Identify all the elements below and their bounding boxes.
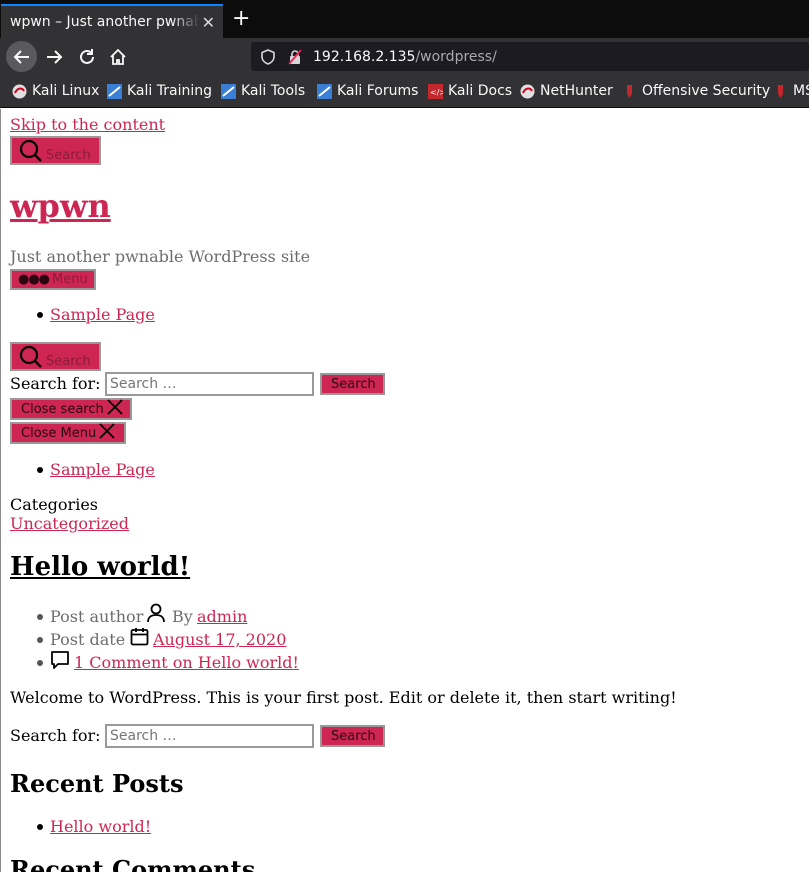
post-author-label: Post author [50,607,144,626]
nav-item-sample-page[interactable]: Sample Page [50,305,155,324]
search-submit-label: Search [331,728,376,744]
site-title: wpwn [10,187,111,225]
search-toggle-button[interactable]: Search [10,136,101,165]
url-path: /wordpress/ [415,48,497,65]
kali-docs-icon: </> [428,83,446,99]
search-toggle-label: Search [46,354,91,369]
close-menu-label: Close Menu [21,425,97,441]
search-toggle-label: Search [46,148,91,163]
post-title: Hello world! [10,552,190,582]
search-icon [19,345,42,368]
home-button[interactable] [103,42,133,72]
footer-search-submit-button[interactable]: Search [320,725,385,747]
bookmark-kali-training[interactable]: Kali Training [107,83,212,99]
bookmark-label: Offensive Security [642,83,771,99]
dots-icon: ●●● [18,272,50,287]
kali-training-icon [107,83,122,99]
bookmark-kali-docs[interactable]: </> Kali Docs [428,83,512,99]
svg-text:</>: </> [430,88,443,97]
bookmark-label: Kali Training [127,83,212,99]
home-icon [110,48,126,65]
back-button[interactable] [6,41,37,72]
menu-label: Menu [52,272,88,287]
search-for-label: Search for: [10,374,101,393]
bookmark-kali-tools[interactable]: Kali Tools [221,83,305,99]
offsec-icon [773,84,788,99]
bookmark-label: MS [793,83,809,99]
search-submit-label: Search [331,376,376,392]
modal-search-toggle-button[interactable]: Search [10,342,101,371]
post-content: Welcome to WordPress. This is your first… [10,688,677,707]
shield-icon [261,48,275,65]
reload-button[interactable] [72,42,102,72]
bookmark-offensive-security[interactable]: Offensive Security [622,83,770,99]
post-date-link[interactable]: August 17, 2020 [153,630,286,649]
by-label: By [172,607,193,626]
tab-title: wpwn – Just another pwnable WordPress si… [10,14,200,30]
recent-post-link[interactable]: Hello world! [50,817,151,836]
active-tab[interactable]: wpwn – Just another pwnable WordPress si… [1,4,223,38]
reload-icon [80,49,94,64]
list-bullet [37,637,43,643]
close-icon [107,399,123,415]
insecure-lock-icon [288,48,302,65]
close-search-button[interactable]: Close search [10,398,132,420]
list-bullet [37,312,43,318]
tab-bar: wpwn – Just another pwnable WordPress si… [0,0,809,38]
bookmark-label: Kali Tools [241,83,306,99]
close-tab-icon[interactable]: ✕ [202,13,215,32]
url-bar[interactable]: 192.168.2.135/wordpress/ [251,42,809,71]
search-for-label: Search for: [10,726,101,745]
list-bullet [37,614,43,620]
site-description: Just another pwnable WordPress site [10,247,311,266]
list-bullet [37,824,43,830]
category-link[interactable]: Uncategorized [10,514,129,533]
kali-tools-icon [221,83,236,99]
forward-arrow-icon [47,50,63,64]
post-title-link[interactable]: Hello world! [10,552,190,582]
search-icon [19,139,42,162]
bookmark-kali-forums[interactable]: Kali Forums [317,83,418,99]
post-date-label: Post date [50,630,126,649]
site-title-link[interactable]: wpwn [10,187,111,225]
user-icon [147,603,165,623]
bookmark-label: Kali Docs [448,83,513,99]
kali-forums-icon [317,83,332,99]
search-submit-button[interactable]: Search [320,373,385,395]
list-bullet [37,467,43,473]
menu-toggle-button[interactable]: ●●● Menu [10,269,96,290]
forward-button[interactable] [39,42,69,72]
bookmark-label: Kali Forums [337,83,419,99]
calendar-icon [130,628,149,646]
kali-dragon-icon [12,84,27,99]
search-input[interactable] [105,372,314,396]
bookmark-label: Kali Linux [32,83,100,99]
offsec-icon [622,84,637,99]
post-comments-link[interactable]: 1 Comment on Hello world! [74,653,299,672]
bookmarks-toolbar: Kali Linux Kali Training Kali Tools Kali… [0,74,809,108]
recent-comments-heading: Recent Comments [10,855,256,872]
url-host: 192.168.2.135 [313,48,416,65]
footer-search-input[interactable] [105,724,314,748]
modal-nav-item-sample-page[interactable]: Sample Page [50,460,155,479]
bookmark-label: NetHunter [540,83,613,99]
back-arrow-icon [13,49,29,64]
categories-label: Categories [10,495,98,514]
recent-posts-heading: Recent Posts [10,769,184,798]
post-author-link[interactable]: admin [197,607,247,626]
list-bullet [37,660,43,666]
nethunter-icon [520,84,535,99]
close-search-label: Close search [21,401,104,417]
close-menu-button[interactable]: Close Menu [10,422,126,444]
close-icon [99,423,115,439]
bookmark-nethunter[interactable]: NetHunter [520,83,613,99]
bookmark-ms[interactable]: MS [773,83,809,99]
comment-icon [51,651,69,669]
bookmark-kali-linux[interactable]: Kali Linux [12,83,99,99]
navigation-toolbar: 192.168.2.135/wordpress/ [0,38,809,74]
page-content: Skip to the content Search wpwn Just ano… [0,109,809,872]
new-tab-icon[interactable]: + [232,6,250,31]
skip-to-content-link[interactable]: Skip to the content [10,115,165,134]
